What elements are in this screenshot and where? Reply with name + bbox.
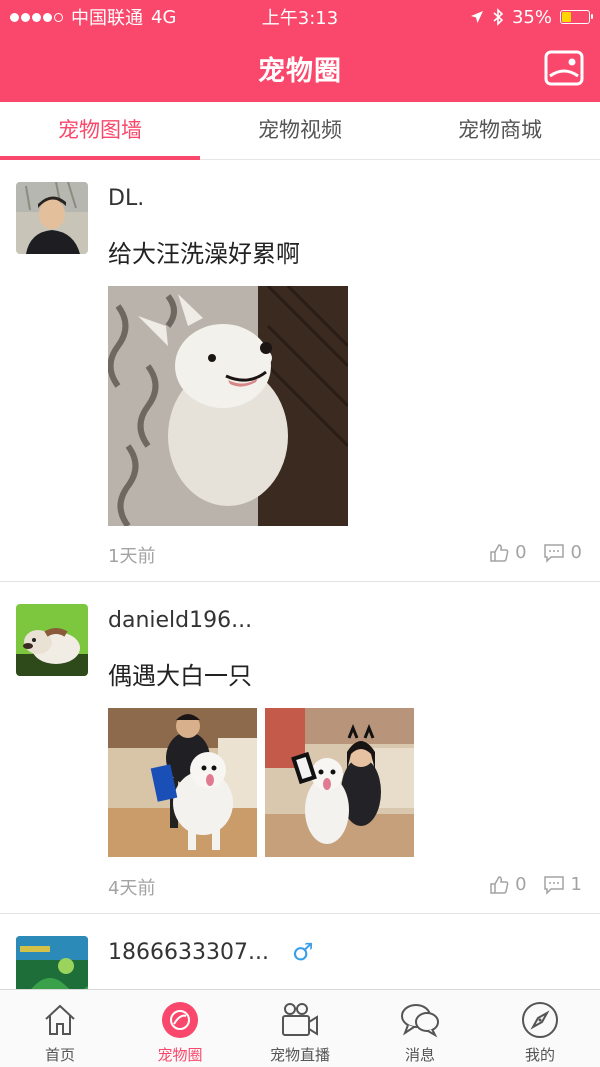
bluetooth-icon	[493, 8, 504, 26]
comment-icon	[543, 543, 564, 563]
tab-pet-live[interactable]: 宠物直播	[240, 990, 360, 1067]
tab-home-label: 首页	[44, 1046, 75, 1064]
feed-post: DL. 给大汪洗澡好累啊 1天前 0 0	[0, 160, 600, 582]
like-button[interactable]: 0	[489, 542, 527, 563]
avatar[interactable]	[16, 182, 88, 254]
comment-count: 1	[570, 874, 582, 895]
avatar[interactable]	[16, 604, 88, 676]
post-photo[interactable]	[108, 708, 257, 857]
battery-percent: 35%	[511, 6, 552, 28]
avatar[interactable]	[16, 936, 88, 989]
post-photo-button[interactable]	[542, 46, 586, 90]
post-time: 1天前	[108, 546, 156, 567]
tab-pet-live-label: 宠物直播	[269, 1046, 330, 1064]
pet-circle-icon	[160, 1000, 200, 1040]
username[interactable]: danield196...	[108, 608, 252, 633]
feed-list[interactable]: DL. 给大汪洗澡好累啊 1天前 0 0 danield196... 偶遇大白一…	[0, 160, 600, 989]
signal-strength-icon	[10, 12, 63, 22]
comment-button[interactable]: 1	[543, 874, 582, 895]
tab-me[interactable]: 我的	[480, 990, 600, 1067]
thumbs-up-icon	[490, 543, 509, 562]
status-time: 上午3:13	[261, 8, 339, 29]
tab-messages[interactable]: 消息	[360, 990, 480, 1067]
compass-icon	[520, 1000, 560, 1040]
feed-post: 1866633307... ♂	[0, 914, 600, 989]
like-count: 0	[515, 542, 527, 563]
post-text: 偶遇大白一只	[108, 662, 252, 690]
tab-pet-shop[interactable]: 宠物商城	[400, 102, 600, 159]
male-gender-icon: ♂	[292, 938, 314, 966]
tab-pet-photo-wall[interactable]: 宠物图墙	[0, 102, 200, 160]
username[interactable]: 1866633307...	[108, 940, 269, 965]
post-time: 4天前	[108, 878, 156, 899]
thumbs-up-icon	[490, 875, 509, 894]
navigation-bar: 宠物圈	[0, 34, 600, 102]
network-type: 4G	[151, 6, 177, 28]
like-count: 0	[515, 874, 527, 895]
carrier-name: 中国联通	[71, 8, 143, 29]
home-icon	[40, 1000, 80, 1040]
battery-icon	[560, 10, 593, 24]
feed-post: danield196... 偶遇大白一只 4天前 0 1	[0, 582, 600, 914]
bottom-tab-bar: 首页 宠物圈 宠物直播 消息 我的	[0, 989, 600, 1067]
status-bar: 中国联通 4G 上午3:13 35%	[0, 0, 600, 34]
tab-pet-circle-label: 宠物圈	[157, 1046, 203, 1064]
battery-level	[562, 12, 572, 22]
post-actions: 0 0	[489, 542, 582, 563]
video-camera-icon	[280, 1000, 320, 1040]
chat-bubbles-icon	[400, 1000, 440, 1040]
tab-messages-label: 消息	[404, 1046, 435, 1064]
comment-count: 0	[570, 542, 582, 563]
username[interactable]: DL.	[108, 186, 144, 211]
post-photo[interactable]	[265, 708, 414, 857]
post-photo[interactable]	[108, 286, 348, 526]
tab-pet-videos[interactable]: 宠物视频	[200, 102, 400, 159]
tab-home[interactable]: 首页	[0, 990, 120, 1067]
post-text: 给大汪洗澡好累啊	[108, 240, 300, 268]
page-title: 宠物圈	[258, 55, 342, 87]
top-tabs: 宠物图墙 宠物视频 宠物商城	[0, 102, 600, 160]
comment-icon	[543, 875, 564, 895]
comment-button[interactable]: 0	[543, 542, 582, 563]
photo-frame-icon	[544, 50, 584, 86]
tab-pet-circle[interactable]: 宠物圈	[120, 990, 240, 1067]
location-arrow-icon	[470, 11, 483, 23]
tab-me-label: 我的	[524, 1046, 555, 1064]
like-button[interactable]: 0	[489, 874, 527, 895]
post-actions: 0 1	[489, 874, 582, 895]
